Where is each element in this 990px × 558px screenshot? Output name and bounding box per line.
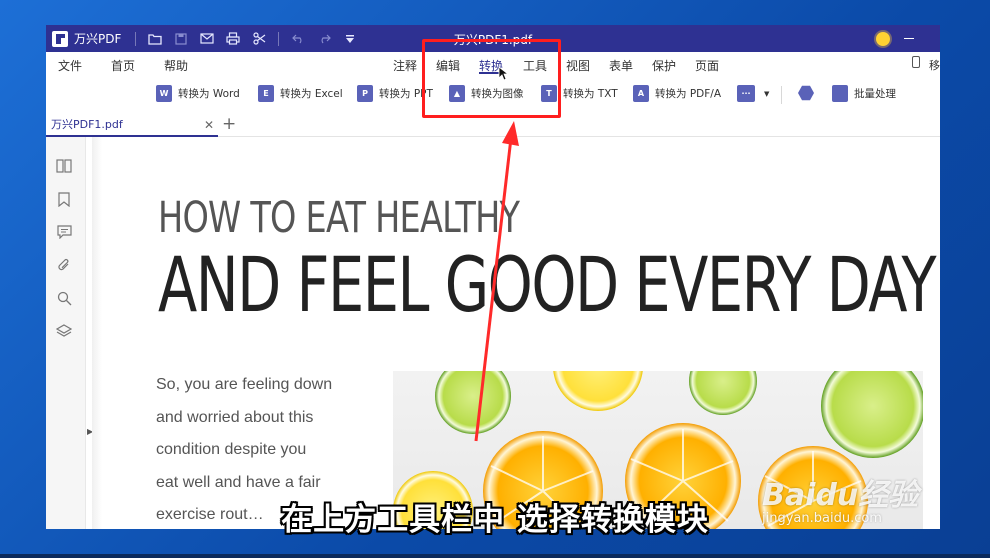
mobile-icon[interactable] bbox=[912, 56, 920, 68]
convert-to-excel-label: 转换为 Excel bbox=[280, 88, 343, 100]
convert-to-word-label: 转换为 Word bbox=[178, 88, 240, 100]
body-line: condition despite you bbox=[156, 441, 307, 458]
convert-to-excel-button[interactable]: E 转换为 Excel bbox=[258, 85, 343, 102]
save-icon[interactable] bbox=[172, 30, 190, 48]
app-name: 万兴PDF bbox=[74, 32, 122, 46]
ppt-icon: P bbox=[357, 85, 373, 102]
menu-comment[interactable]: 注释 bbox=[393, 57, 417, 74]
print-icon[interactable] bbox=[224, 30, 242, 48]
search-icon[interactable] bbox=[55, 289, 73, 307]
undo-icon[interactable] bbox=[289, 30, 307, 48]
pdfa-icon: A bbox=[633, 85, 649, 102]
close-icon[interactable]: ✕ bbox=[204, 118, 214, 132]
app-logo-icon bbox=[52, 30, 68, 47]
watermark-brand: Baidu经验 bbox=[762, 478, 919, 513]
convert-to-word-button[interactable]: W 转换为 Word bbox=[156, 85, 240, 102]
page-edge-shadow bbox=[92, 137, 102, 529]
watermark-url: jingyan.baidu.com bbox=[762, 511, 882, 526]
body-line: and worried about this bbox=[156, 408, 314, 426]
layers-icon[interactable] bbox=[55, 322, 73, 340]
email-icon[interactable] bbox=[198, 30, 216, 48]
bookmark-icon[interactable] bbox=[55, 190, 73, 208]
highlight-box bbox=[422, 39, 561, 118]
convert-to-pdfa-button[interactable]: A 转换为 PDF/A bbox=[633, 85, 721, 102]
menu-protect[interactable]: 保护 bbox=[652, 57, 676, 74]
batch-process-button[interactable]: 批量处理 bbox=[832, 85, 896, 102]
add-tab-icon[interactable]: + bbox=[222, 114, 236, 134]
scissors-icon[interactable] bbox=[250, 30, 268, 48]
hexagon-icon bbox=[798, 85, 814, 101]
redo-icon[interactable] bbox=[315, 30, 333, 48]
minimize-icon[interactable] bbox=[904, 38, 914, 39]
mouse-cursor-icon bbox=[498, 66, 510, 85]
left-sidebar bbox=[46, 137, 86, 529]
more-formats-icon: ··· bbox=[737, 85, 755, 102]
convert-to-txt-label: 转换为 TXT bbox=[563, 88, 618, 100]
thumbnails-icon[interactable] bbox=[55, 157, 73, 175]
heading-small: HOW TO EAT HEALTHY bbox=[158, 193, 520, 243]
quick-access-dropdown-icon[interactable] bbox=[341, 30, 359, 48]
convert-to-pdfa-label: 转换为 PDF/A bbox=[655, 88, 722, 100]
title-bar-controls bbox=[876, 25, 940, 52]
watermark: Baidu经验 jingyan.baidu.com bbox=[762, 470, 919, 526]
document-tab[interactable]: 万兴PDF1.pdf ✕ bbox=[46, 113, 218, 137]
batch-icon bbox=[832, 85, 848, 102]
menu-view[interactable]: 视图 bbox=[566, 57, 590, 74]
menu-right-label[interactable]: 移 bbox=[929, 57, 940, 73]
menu-home[interactable]: 首页 bbox=[111, 57, 135, 74]
excel-icon: E bbox=[258, 85, 274, 102]
word-icon: W bbox=[156, 85, 172, 102]
document-tab-label: 万兴PDF1.pdf bbox=[51, 118, 123, 131]
more-formats-button[interactable]: ··· ▼ bbox=[737, 85, 769, 102]
batch-process-label: 批量处理 bbox=[854, 88, 896, 100]
heading-big: AND FEEL GOOD EVERY DAY bbox=[158, 240, 937, 329]
divider bbox=[278, 31, 280, 46]
menu-page[interactable]: 页面 bbox=[695, 57, 719, 74]
ocr-button[interactable] bbox=[798, 85, 820, 101]
open-folder-icon[interactable] bbox=[146, 30, 164, 48]
menu-form[interactable]: 表单 bbox=[609, 57, 633, 74]
body-line: So, you are feeling down bbox=[156, 376, 333, 393]
menu-help[interactable]: 帮助 bbox=[164, 57, 188, 74]
menu-file[interactable]: 文件 bbox=[58, 57, 82, 74]
comment-icon[interactable] bbox=[55, 223, 73, 241]
taskbar-strip bbox=[0, 554, 990, 558]
divider bbox=[135, 31, 137, 46]
theme-sun-icon[interactable] bbox=[876, 31, 890, 46]
chevron-down-icon: ▼ bbox=[764, 89, 770, 98]
attachment-icon[interactable] bbox=[55, 256, 73, 274]
ribbon-divider bbox=[781, 86, 782, 104]
